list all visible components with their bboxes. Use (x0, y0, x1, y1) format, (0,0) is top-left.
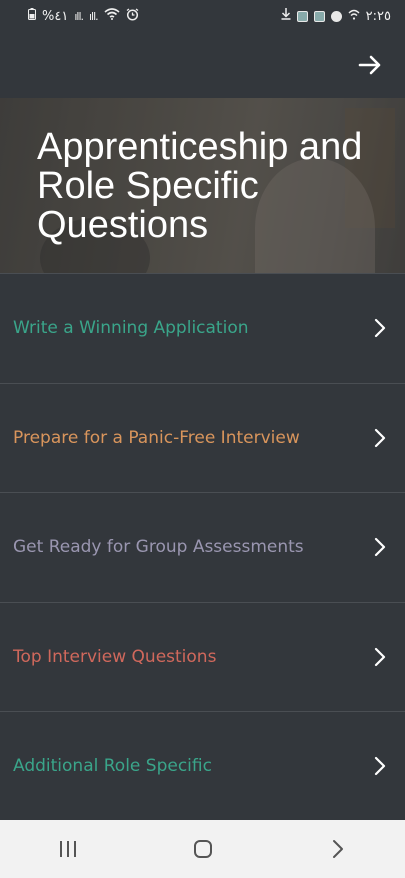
clock-time: ٢:٢٥ (365, 8, 391, 24)
forward-button[interactable] (355, 50, 385, 80)
back-button[interactable] (318, 829, 358, 869)
menu-item-label: Get Ready for Group Assessments (13, 537, 304, 558)
menu-item-label: Prepare for a Panic-Free Interview (13, 427, 300, 448)
menu-item-top-interview-questions[interactable]: Top Interview Questions (0, 601, 405, 712)
home-button[interactable] (183, 829, 223, 869)
menu-item-panic-free-interview[interactable]: Prepare for a Panic-Free Interview (0, 382, 405, 493)
hero-banner: Apprenticeship and Role Specific Questio… (0, 98, 405, 273)
signal-strength-1: ıll. (74, 9, 84, 23)
status-right: ٢:٢٥ (281, 8, 391, 24)
download-icon (281, 8, 291, 24)
chevron-right-icon (374, 647, 386, 666)
chevron-right-icon (374, 538, 386, 557)
menu-item-label: Top Interview Questions (13, 646, 217, 667)
menu-item-additional-role-specific[interactable]: Additional Role Specific (0, 711, 405, 821)
arrow-right-icon (358, 55, 381, 75)
status-bar: %٤١ ıll. ıll. ٢:٢٥ (0, 0, 405, 32)
menu-item-label: Write a Winning Application (13, 318, 249, 339)
signal-strength-2: ıll. (89, 9, 99, 23)
home-icon (193, 840, 212, 858)
app-bar (0, 32, 405, 98)
page-title: Apprenticeship and Role Specific Questio… (37, 126, 363, 246)
back-icon (332, 840, 343, 858)
app-notification-icon (313, 10, 325, 22)
battery-percent: %٤١ (42, 8, 69, 24)
status-left: %٤١ ıll. ıll. (28, 7, 139, 25)
chevron-right-icon (374, 428, 386, 447)
app-notification-icon (296, 10, 308, 22)
menu-item-label: Additional Role Specific (13, 756, 212, 777)
alarm-icon (126, 7, 139, 25)
chevron-right-icon (374, 757, 386, 776)
menu-item-write-winning-application[interactable]: Write a Winning Application (0, 273, 405, 383)
app-notification-icon (330, 10, 342, 22)
chevron-right-icon (374, 319, 386, 338)
menu-list: Write a Winning Application Prepare for … (0, 273, 405, 821)
wifi-calling-icon (348, 9, 360, 24)
battery-icon (28, 8, 36, 24)
recent-apps-icon (59, 841, 76, 857)
menu-item-group-assessments[interactable]: Get Ready for Group Assessments (0, 492, 405, 602)
wifi-icon (104, 8, 120, 24)
recent-apps-button[interactable] (48, 829, 88, 869)
system-navigation-bar (0, 820, 405, 878)
